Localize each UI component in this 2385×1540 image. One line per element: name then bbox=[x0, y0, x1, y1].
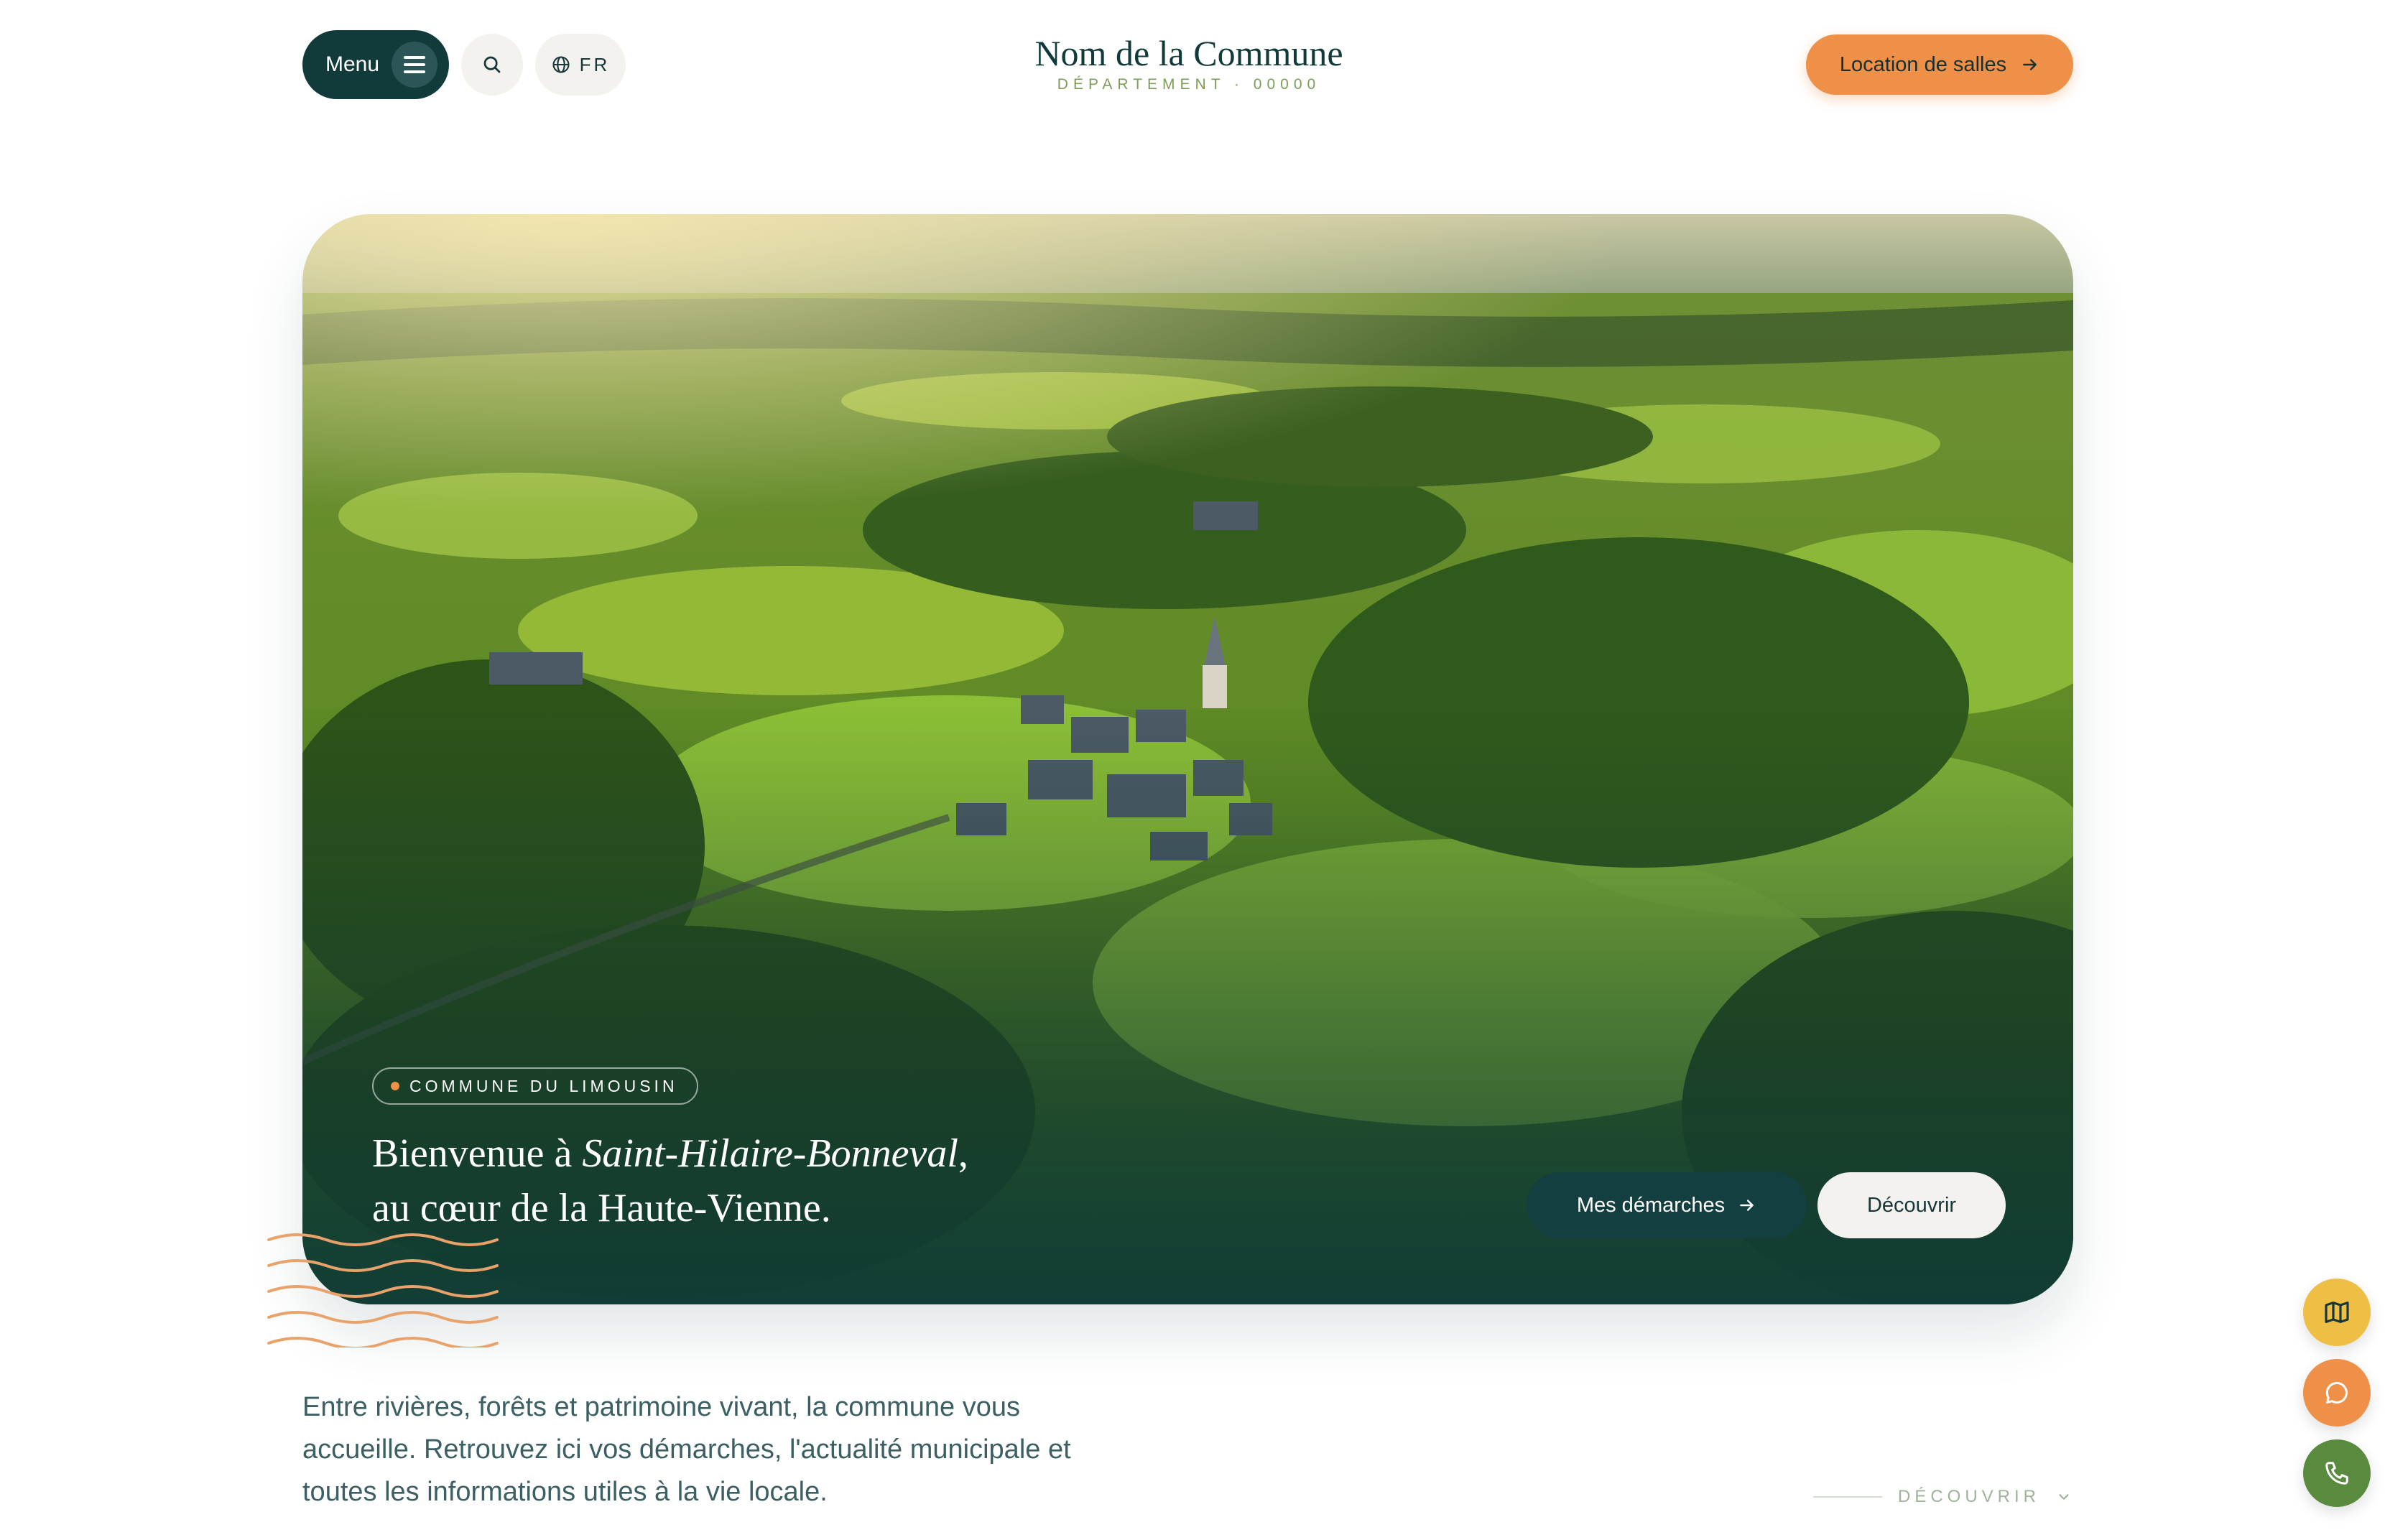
arrow-right-icon bbox=[1740, 1200, 1754, 1211]
hero-badge: COMMUNE DU LIMOUSIN bbox=[372, 1067, 698, 1105]
room-rental-label: Location de salles bbox=[1839, 52, 2007, 76]
phone-icon bbox=[2325, 1462, 2348, 1485]
hero-badge-label: COMMUNE DU LIMOUSIN bbox=[409, 1076, 678, 1095]
decorative-waves bbox=[267, 1233, 499, 1348]
my-procedures-button[interactable]: Mes démarches bbox=[1527, 1172, 1807, 1238]
my-procedures-label: Mes démarches bbox=[1576, 1193, 1726, 1217]
search-button[interactable] bbox=[461, 34, 523, 96]
hero-title-prefix: Bienvenue à bbox=[372, 1131, 583, 1176]
map-button[interactable] bbox=[2303, 1279, 2371, 1346]
scroll-discover-link[interactable]: DÉCOUVRIR bbox=[1813, 1487, 2072, 1507]
discover-button-label: Découvrir bbox=[1866, 1193, 1957, 1217]
badge-dot bbox=[391, 1082, 399, 1090]
globe-icon bbox=[552, 56, 570, 73]
language-label: FR bbox=[579, 53, 611, 75]
arrow-right-icon bbox=[2023, 59, 2037, 70]
chat-icon bbox=[2325, 1382, 2348, 1404]
discover-button[interactable]: Découvrir bbox=[1817, 1172, 2006, 1238]
hero-title: Bienvenue à Saint-Hilaire-Bonneval, au c… bbox=[372, 1126, 968, 1235]
scroll-discover-label: DÉCOUVRIR bbox=[1898, 1487, 2041, 1506]
discover-divider bbox=[1813, 1496, 1882, 1498]
hero-title-line2: au cœur de la Haute-Vienne. bbox=[372, 1186, 831, 1230]
hero-title-place: Saint-Hilaire-Bonneval bbox=[582, 1131, 958, 1176]
logo-department: DÉPARTEMENT · 00000 bbox=[1057, 76, 1321, 93]
hero-title-comma: , bbox=[958, 1131, 968, 1176]
site-logo[interactable]: Nom de la Commune DÉPARTEMENT · 00000 bbox=[1006, 32, 1372, 93]
menu-label: Menu bbox=[325, 52, 380, 76]
hero-banner: COMMUNE DU LIMOUSIN Bienvenue à Saint-Hi… bbox=[302, 214, 2073, 1304]
hamburger-icon bbox=[392, 42, 437, 88]
chevron-down-icon bbox=[2059, 1494, 2069, 1500]
language-selector[interactable]: FR bbox=[535, 34, 626, 96]
map-icon bbox=[2325, 1302, 2349, 1323]
intro-text: Entre rivières, forêts et patrimoine viv… bbox=[302, 1392, 1071, 1507]
menu-button[interactable]: Menu bbox=[302, 30, 449, 99]
logo-name: Nom de la Commune bbox=[1034, 33, 1343, 73]
chat-button[interactable] bbox=[2303, 1359, 2371, 1427]
room-rental-button[interactable]: Location de salles bbox=[1806, 34, 2073, 95]
search-icon bbox=[483, 56, 501, 73]
phone-button[interactable] bbox=[2303, 1439, 2371, 1507]
